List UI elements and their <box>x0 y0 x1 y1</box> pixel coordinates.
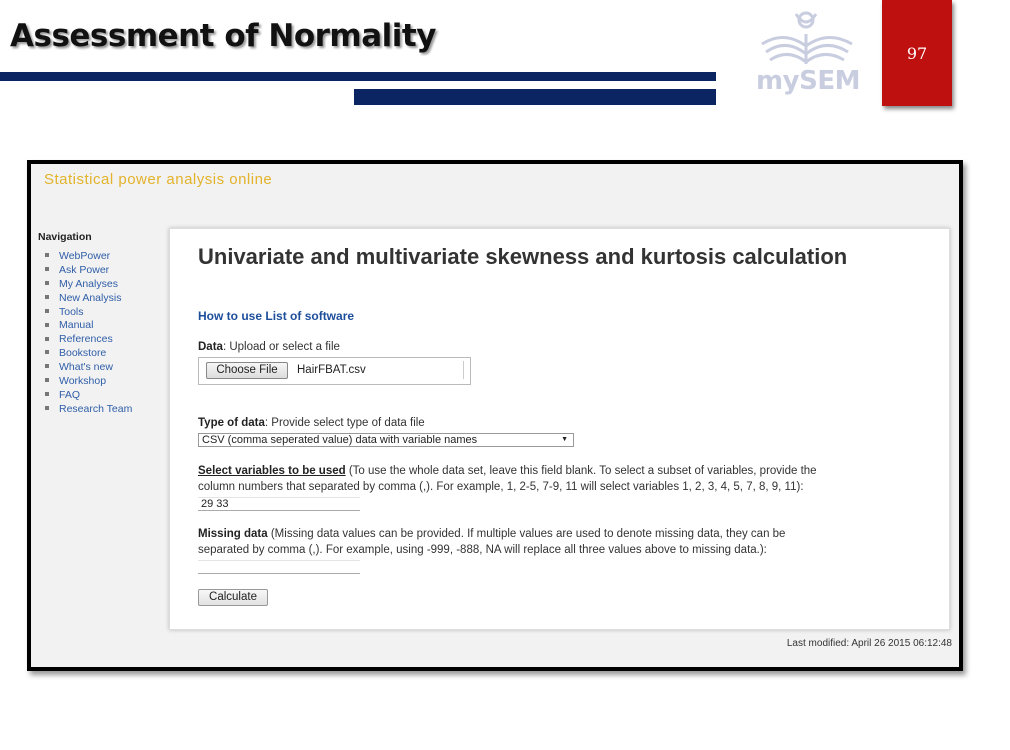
missing-data-field-label: Missing data (Missing data values can be… <box>198 527 938 558</box>
nav-link-label[interactable]: Workshop <box>59 375 106 387</box>
data-type-selected-value: CSV (comma seperated value) data with va… <box>202 434 478 446</box>
bullet-icon <box>45 378 49 383</box>
bullet-icon <box>45 322 49 327</box>
bullet-icon <box>45 281 49 285</box>
missing-data-description-line2: separated by comma (,). For example, usi… <box>198 543 767 556</box>
nav-link-label[interactable]: Research Team <box>59 403 132 415</box>
site-title: Statistical power analysis online <box>44 171 273 188</box>
select-variables-description-line2: column numbers that separated by comma (… <box>198 480 804 493</box>
page-number: 97 <box>906 44 928 63</box>
file-upload-field: Choose File HairFBAT.csv <box>198 357 471 385</box>
how-to-use-link[interactable]: How to use <box>198 309 262 323</box>
nav-item-research-team[interactable]: Research Team <box>45 403 132 417</box>
type-of-data-label: Type of data <box>198 417 265 429</box>
data-description: : Upload or select a file <box>222 341 340 353</box>
nav-item-references[interactable]: References <box>45 333 132 347</box>
slide-title: Assessment of Normality <box>10 18 436 54</box>
select-variables-description-line1: (To use the whole data set, leave this f… <box>345 465 817 477</box>
page-number-box: 97 <box>882 0 952 106</box>
bullet-icon <box>45 267 49 272</box>
book-figure-icon <box>761 11 853 64</box>
embedded-screenshot: Statistical power analysis online Naviga… <box>27 160 963 671</box>
nav-link-label[interactable]: WebPower <box>59 250 110 262</box>
main-content-panel: Univariate and multivariate skewness and… <box>169 228 950 630</box>
data-field-label: Data: Upload or select a file <box>198 341 340 353</box>
nav-item-workshop[interactable]: Workshop <box>45 375 132 389</box>
type-of-data-description: : Provide select type of data file <box>264 417 425 429</box>
dropdown-arrow-icon: ▼ <box>561 436 568 443</box>
select-variables-label: Select variables to be used <box>198 465 346 477</box>
variables-input[interactable] <box>198 497 360 511</box>
list-of-software-link[interactable]: List of software <box>265 309 354 323</box>
bullet-icon <box>45 392 49 397</box>
missing-data-description-line1: (Missing data values can be provided. If… <box>267 528 786 540</box>
nav-link-label[interactable]: What's new <box>59 361 113 373</box>
help-links: How to use List of software <box>198 309 354 323</box>
navigation-list: WebPower Ask Power My Analyses New Analy… <box>45 250 132 417</box>
bullet-icon <box>45 406 49 411</box>
selected-file-name: HairFBAT.csv <box>297 364 366 376</box>
bullet-icon <box>45 350 49 355</box>
nav-item-new-analysis[interactable]: New Analysis <box>45 292 132 306</box>
nav-link-label[interactable]: Ask Power <box>59 264 109 276</box>
missing-data-input[interactable] <box>198 560 360 574</box>
nav-link-label[interactable]: Manual <box>59 319 93 331</box>
last-modified-text: Last modified: April 26 2015 06:12:48 <box>786 638 952 649</box>
nav-item-manual[interactable]: Manual <box>45 319 132 333</box>
mysem-logo: mySEM <box>756 8 860 100</box>
logo-text: mySEM <box>756 66 860 96</box>
missing-data-label: Missing data <box>198 528 268 540</box>
nav-link-label[interactable]: References <box>59 333 113 345</box>
title-accent-bar <box>354 89 716 105</box>
nav-item-whats-new[interactable]: What's new <box>45 361 132 375</box>
choose-file-button[interactable]: Choose File <box>206 362 288 379</box>
page-title: Univariate and multivariate skewness and… <box>198 244 848 269</box>
calculate-button[interactable]: Calculate <box>198 589 268 606</box>
bullet-icon <box>45 364 49 369</box>
nav-item-bookstore[interactable]: Bookstore <box>45 347 132 361</box>
data-label: Data <box>198 341 223 353</box>
bullet-icon <box>45 294 49 299</box>
nav-link-label[interactable]: FAQ <box>59 389 80 401</box>
title-underline-bar <box>0 72 716 81</box>
file-field-divider <box>463 361 464 379</box>
bullet-icon <box>45 336 49 341</box>
nav-item-webpower[interactable]: WebPower <box>45 250 132 264</box>
nav-item-tools[interactable]: Tools <box>45 306 132 320</box>
nav-item-faq[interactable]: FAQ <box>45 389 132 403</box>
bullet-icon <box>45 308 49 313</box>
nav-link-label[interactable]: New Analysis <box>59 292 121 304</box>
navigation-heading: Navigation <box>38 231 92 243</box>
data-type-select[interactable]: CSV (comma seperated value) data with va… <box>198 433 574 447</box>
nav-link-label[interactable]: My Analyses <box>59 278 118 290</box>
nav-item-ask-power[interactable]: Ask Power <box>45 264 132 278</box>
nav-item-my-analyses[interactable]: My Analyses <box>45 278 132 292</box>
nav-link-label[interactable]: Bookstore <box>59 347 106 359</box>
bullet-icon <box>45 253 49 258</box>
select-variables-field-label: Select variables to be used (To use the … <box>198 464 938 495</box>
nav-link-label[interactable]: Tools <box>59 306 84 318</box>
type-of-data-field-label: Type of data: Provide select type of dat… <box>198 417 425 429</box>
